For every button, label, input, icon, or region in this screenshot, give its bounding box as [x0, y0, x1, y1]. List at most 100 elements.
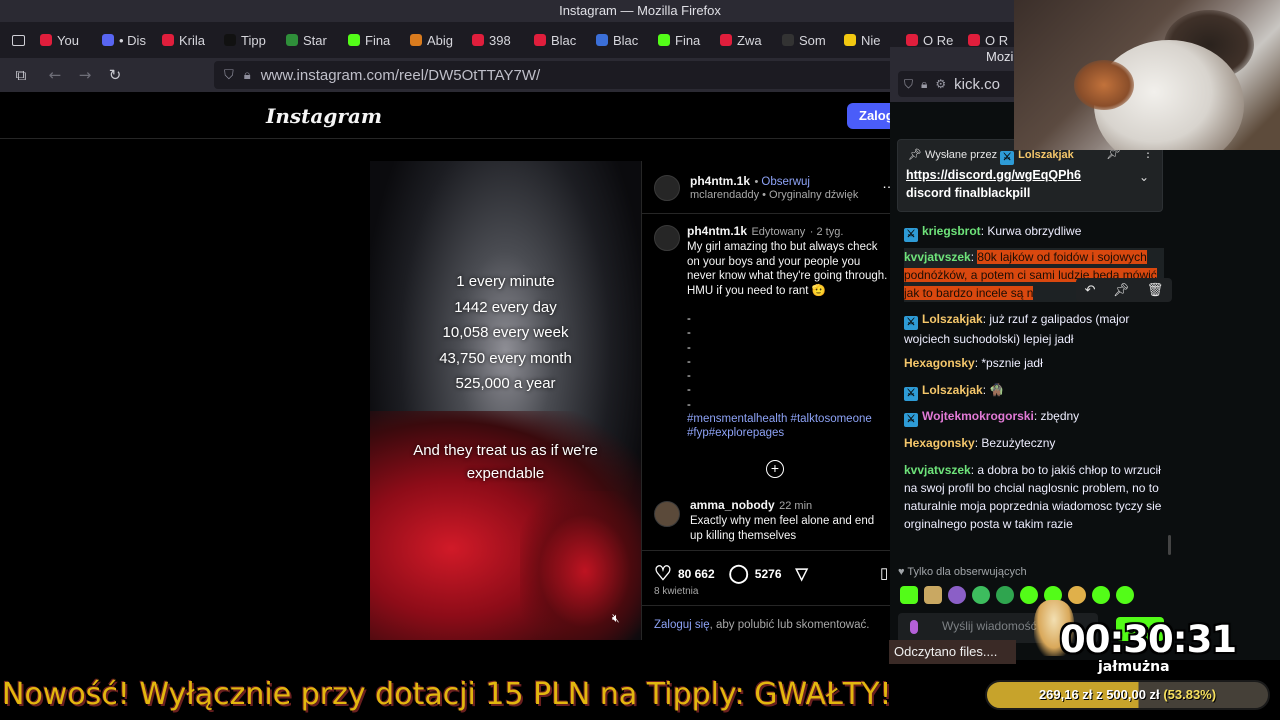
save-bookmark-icon[interactable]: ▯ [880, 564, 888, 582]
chat-message[interactable]: kvvjatvszek: a dobra bo to jakiś chłop t… [904, 461, 1164, 533]
emote-icon[interactable] [1116, 586, 1134, 604]
browser-tab[interactable]: Som [776, 26, 838, 54]
reel-video[interactable]: 1 every minute 1442 every day 10,058 eve… [370, 161, 641, 640]
url-bar[interactable]: ⛉ 🔒︎ www.instagram.com/reel/DW5OtTTAY7W/ [214, 61, 894, 89]
chat-username[interactable]: Lolszakjak [922, 383, 983, 397]
tab-list-button[interactable] [8, 26, 34, 54]
comment-author[interactable]: amma_nobody [690, 498, 775, 512]
tab-label: Abig [427, 32, 454, 48]
caption-author[interactable]: ph4ntm.1k [687, 224, 747, 238]
browser-tab[interactable]: Fina [652, 26, 714, 54]
hashtags-line-1[interactable]: #mensmentalhealth #talktosomeone [687, 412, 891, 426]
browser-tab[interactable]: 398 [466, 26, 528, 54]
commenter-avatar[interactable] [654, 501, 680, 527]
pinned-link[interactable]: https://discord.gg/wgEqQPh6 [906, 168, 1081, 182]
reply-icon[interactable]: ↶ [1085, 283, 1096, 298]
instagram-logo[interactable]: Instagram [266, 104, 382, 128]
tab-favicon-icon [534, 34, 546, 46]
back-button[interactable]: ← [40, 60, 70, 90]
browser-tab[interactable]: Fina [342, 26, 404, 54]
tab-favicon-icon [472, 34, 484, 46]
comment-icon[interactable]: ◯ [729, 563, 749, 584]
kick-url-bar[interactable]: ⛉ 🔒︎ ⚙︎ kick.co [898, 71, 1020, 97]
caption-age: 2 tyg. [816, 226, 844, 238]
reload-button[interactable]: ↻ [100, 60, 130, 90]
tab-favicon-icon [782, 34, 794, 46]
donation-goal-bar: 269,16 zł z 500,00 zł (53.83%) [985, 680, 1270, 710]
tab-label: Nie [861, 32, 881, 48]
chat-username[interactable]: Hexagonsky [904, 356, 975, 370]
chat-username[interactable]: kriegsbrot [922, 224, 981, 238]
author-username[interactable]: ph4ntm.1k [690, 174, 750, 188]
edited-label: Edytowany [751, 226, 806, 238]
url-text[interactable]: www.instagram.com/reel/DW5OtTTAY7W/ [261, 67, 541, 84]
chat-username[interactable]: Lolszakjak [922, 312, 983, 326]
chat-username[interactable]: kvvjatvszek [904, 463, 971, 477]
pin-message-icon[interactable]: 📌︎ [1113, 283, 1130, 298]
chevron-down-icon[interactable]: ⌄ [1139, 170, 1149, 184]
dash: - [687, 327, 691, 340]
browser-tab[interactable]: Tipp [218, 26, 280, 54]
dash: - [687, 313, 691, 325]
pinned-user[interactable]: Lolszakjak [1018, 149, 1074, 161]
chat-message[interactable]: ⚔ Lolszakjak: 🧌 [904, 381, 1164, 401]
status-toast: Odczytano files.... [889, 640, 1016, 664]
audio-subline[interactable]: mclarendaddy • Oryginalny dźwięk [690, 189, 858, 201]
lock-icon[interactable]: 🔒︎ [921, 77, 927, 92]
chat-message[interactable]: ⚔ Lolszakjak: już rzuf z galipados (major… [904, 310, 1164, 348]
browser-tab[interactable]: Zwa [714, 26, 776, 54]
kick-window-titlebar: Mozi [890, 47, 1020, 66]
new-window-icon[interactable]: ⧉ [6, 60, 36, 90]
shield-icon[interactable]: ⛉ [224, 68, 234, 83]
heart-icon: ♥ [898, 566, 905, 578]
moderator-badge: ⚔ [904, 413, 918, 427]
pinned-sent-by: Wysłane przez [925, 149, 998, 161]
delete-icon[interactable]: 🗑︎ [1147, 283, 1164, 298]
emote-icon[interactable] [1092, 586, 1110, 604]
lock-icon[interactable]: 🔒︎ [244, 68, 251, 83]
caption-avatar[interactable] [654, 225, 680, 251]
chat-message[interactable]: Hexagonsky: Bezużyteczny [904, 434, 1164, 452]
browser-tab[interactable]: Blac [528, 26, 590, 54]
emote-icon[interactable] [972, 586, 990, 604]
login-link[interactable]: Zaloguj się [654, 619, 710, 631]
pin-icon: 📌︎ [908, 149, 922, 161]
emote-icon[interactable] [948, 586, 966, 604]
browser-tab[interactable]: You [34, 26, 96, 54]
shield-icon[interactable]: ⛉ [904, 77, 913, 92]
chat-username[interactable]: kvvjatvszek [904, 250, 971, 264]
browser-tab[interactable]: Abig [404, 26, 466, 54]
kick-url-text[interactable]: kick.co [954, 76, 1000, 93]
browser-tab[interactable]: Krila [156, 26, 218, 54]
microphone-icon[interactable] [910, 620, 918, 634]
emote-icon[interactable] [900, 586, 918, 604]
chat-message[interactable]: ⚔ Wojtekmokrogorski: zbędny [904, 407, 1164, 427]
chat-username[interactable]: Hexagonsky [904, 436, 975, 450]
emote-icon[interactable] [996, 586, 1014, 604]
browser-tab[interactable]: Blac [590, 26, 652, 54]
forward-button[interactable]: → [70, 60, 100, 90]
share-icon[interactable]: ▽ [796, 564, 808, 584]
muted-speaker-icon[interactable]: 🔇︎ [612, 611, 620, 626]
video-text-footer: And they treat us as if we're expendable [370, 439, 641, 485]
hashtags-line-2[interactable]: #fyp#explorepages [687, 426, 891, 440]
divider [642, 605, 891, 606]
author-avatar[interactable] [654, 175, 680, 201]
chat-message[interactable]: ⚔ kriegsbrot: Kurwa obrzydliwe [904, 222, 1164, 242]
followers-only-text: Tylko dla obserwujących [907, 566, 1027, 578]
load-more-comments-icon[interactable]: + [766, 460, 784, 478]
tab-label: Blac [551, 32, 577, 48]
chat-scrollbar[interactable] [1168, 535, 1171, 555]
permissions-icon[interactable]: ⚙︎ [935, 77, 946, 91]
emote-icon[interactable] [1068, 586, 1086, 604]
tab-favicon-icon [844, 34, 856, 46]
emote-icon[interactable] [1020, 586, 1038, 604]
browser-tab[interactable]: • Dis [96, 26, 156, 54]
browser-tab[interactable]: Star [280, 26, 342, 54]
goal-of: z [1096, 687, 1103, 702]
chat-message[interactable]: Hexagonsky: *psznie jadł [904, 354, 1164, 372]
chat-username[interactable]: Wojtekmokrogorski [922, 409, 1034, 423]
heart-icon[interactable]: ♡ [654, 561, 672, 586]
follow-link[interactable]: Obserwuj [761, 176, 810, 188]
emote-icon[interactable] [924, 586, 942, 604]
